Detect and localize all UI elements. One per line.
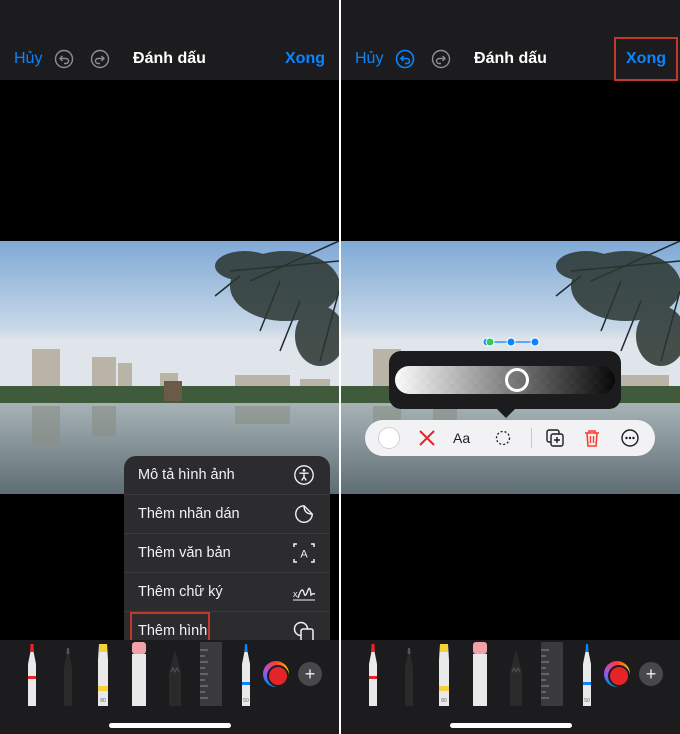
menu-item-add-sticker[interactable]: Thêm nhãn dán <box>124 495 330 534</box>
markup-toolbar: 80 50 + <box>0 640 339 734</box>
more-icon[interactable] <box>618 426 642 450</box>
left-screen: Hủy Đánh dấu Xong Mô tả hình ảnh Thêm nh… <box>0 0 339 734</box>
ruler-tool[interactable] <box>198 640 224 706</box>
menu-item-add-signature[interactable]: Thêm chữ ký x <box>124 573 330 612</box>
pencil-tool[interactable] <box>505 648 527 706</box>
svg-text:x: x <box>293 589 298 599</box>
shape-selection-handles[interactable] <box>481 336 541 348</box>
highlighter-tool[interactable]: 80 <box>433 642 455 706</box>
svg-text:80: 80 <box>100 698 106 704</box>
duplicate-icon[interactable] <box>543 426 567 450</box>
menu-item-add-text[interactable]: Thêm văn bản A <box>124 534 330 573</box>
add-button[interactable]: + <box>639 662 663 686</box>
marker-tool[interactable] <box>399 646 419 706</box>
text-style-button[interactable]: Aa <box>453 430 481 454</box>
no-border-icon[interactable] <box>415 426 439 450</box>
signature-icon: x <box>293 587 316 601</box>
nav-bar: Hủy Đánh dấu Xong <box>0 0 339 80</box>
markup-toolbar: 80 50 + <box>341 640 680 734</box>
fill-color-swatch[interactable] <box>377 426 401 450</box>
shapes-icon <box>293 621 314 642</box>
home-indicator <box>449 723 572 728</box>
add-button[interactable]: + <box>298 662 322 686</box>
accessibility-icon <box>294 465 314 485</box>
sticker-icon <box>295 505 313 523</box>
highlighter-tool[interactable]: 80 <box>92 642 114 706</box>
divider <box>531 428 532 448</box>
text-box-icon: A <box>293 543 315 563</box>
home-indicator <box>108 723 231 728</box>
nav-bar: Hủy Đánh dấu Xong <box>341 0 680 81</box>
eraser-tool[interactable] <box>469 640 491 706</box>
done-button[interactable]: Xong <box>285 50 325 68</box>
pen-tool[interactable] <box>22 642 42 706</box>
blue-pen-tool[interactable]: 50 <box>577 642 597 706</box>
opacity-popup <box>389 351 621 418</box>
svg-text:A: A <box>300 549 308 561</box>
trash-icon[interactable] <box>580 426 604 450</box>
svg-text:50: 50 <box>584 698 590 704</box>
blue-pen-tool[interactable]: 50 <box>236 642 256 706</box>
svg-text:50: 50 <box>243 698 249 704</box>
eraser-tool[interactable] <box>128 640 150 706</box>
shape-toolbar: Aa <box>365 420 655 456</box>
border-style-icon[interactable] <box>491 426 515 450</box>
color-picker[interactable] <box>263 661 289 687</box>
menu-item-describe-image[interactable]: Mô tả hình ảnh <box>124 456 330 495</box>
color-picker[interactable] <box>604 661 630 687</box>
pen-tool[interactable] <box>363 642 383 706</box>
ruler-tool[interactable] <box>539 640 565 706</box>
marker-tool[interactable] <box>58 646 78 706</box>
svg-text:80: 80 <box>441 698 447 704</box>
highlight-box <box>614 37 678 81</box>
right-screen: Hủy Đánh dấu Xong Aa 80 50 + <box>341 0 680 734</box>
pencil-tool[interactable] <box>164 648 186 706</box>
opacity-slider-thumb[interactable] <box>504 368 529 392</box>
